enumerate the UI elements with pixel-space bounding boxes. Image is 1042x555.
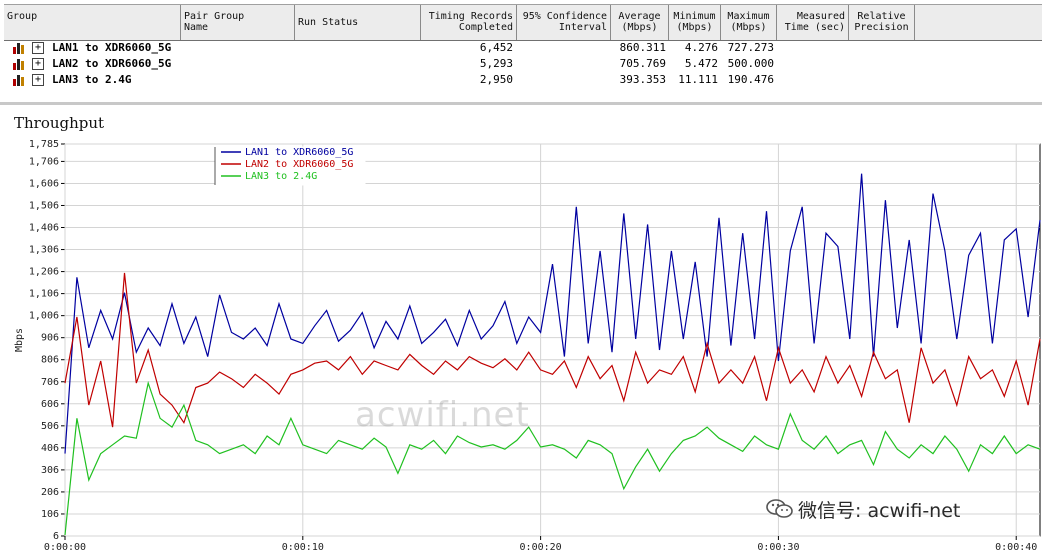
- y-tick-label: 406: [41, 443, 59, 454]
- y-tick-label: 1,506: [29, 200, 59, 211]
- legend-label: LAN1 to XDR6060_5G: [245, 147, 353, 158]
- legend-label: LAN3 to 2.4G: [245, 171, 317, 182]
- y-tick-label: 706: [41, 377, 59, 388]
- y-axis-title: Mbps: [14, 328, 25, 352]
- wechat-id: 微信号: acwifi-net: [798, 500, 961, 522]
- y-tick-label: 1,106: [29, 289, 59, 300]
- y-tick-label: 506: [41, 421, 59, 432]
- y-tick-label: 906: [41, 333, 59, 344]
- y-tick-label: 1,306: [29, 245, 59, 256]
- wechat-badge: 微信号: acwifi-net: [766, 496, 960, 523]
- wechat-icon: [766, 499, 793, 518]
- throughput-chart: 6 106 206 306 406 506 606 706 806 906 1,006 1,106 1,…: [14, 139, 1041, 553]
- y-tick-label: 106: [41, 509, 59, 520]
- x-tick-label: 0:00:00: [44, 542, 86, 553]
- y-tick-label: 1,206: [29, 267, 59, 278]
- y-tick-label: 1,706: [29, 156, 59, 167]
- x-tick-label: 0:00:20: [520, 542, 562, 553]
- x-tick-label: 0:00:40: [995, 542, 1037, 553]
- watermark: acwifi.net: [355, 395, 530, 435]
- legend-label: LAN2 to XDR6060_5G: [245, 159, 353, 170]
- y-tick-label: 1,606: [29, 178, 59, 189]
- y-tick-label: 1,006: [29, 311, 59, 322]
- y-tick-label: 1,406: [29, 223, 59, 234]
- y-tick-label: 206: [41, 487, 59, 498]
- x-tick-label: 0:00:10: [282, 542, 324, 553]
- y-tick-label: 306: [41, 465, 59, 476]
- y-tick-label: 806: [41, 355, 59, 366]
- x-tick-label: 0:00:30: [757, 542, 799, 553]
- y-tick-label: 1,785: [29, 139, 59, 150]
- y-tick-label: 606: [41, 399, 59, 410]
- y-tick-label: 6: [53, 531, 59, 542]
